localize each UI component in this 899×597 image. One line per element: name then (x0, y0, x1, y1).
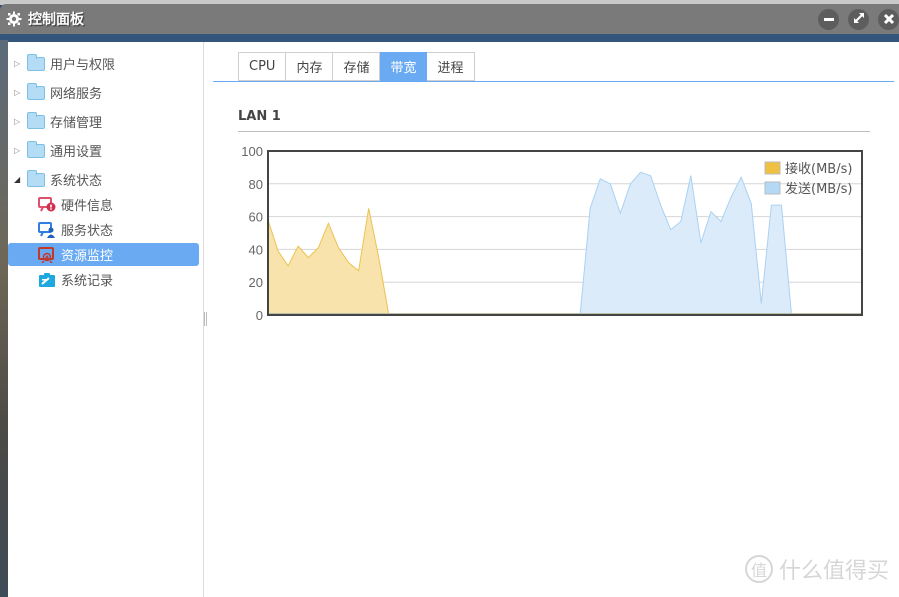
sidebar-item-hardware-info[interactable]: 硬件信息 (8, 193, 199, 216)
folder-icon (27, 140, 45, 158)
folder-icon (27, 111, 45, 129)
bandwidth-chart: 0 20 40 60 80 100 接收(MB/s) 发送(MB/s) (241, 144, 863, 323)
expand-arrow-icon[interactable]: ▷ (14, 88, 24, 97)
main-panel: CPU 内存 存储 带宽 进程 LAN 1 0 20 40 60 80 100 接收(MB/… (213, 42, 899, 597)
sidebar-folder-storage[interactable]: ▷ 存储管理 (8, 110, 199, 133)
window-title: 控制面板 (28, 12, 84, 28)
legend-label: 接收(MB/s) (785, 161, 852, 177)
watermark-logo-icon: 值 (744, 555, 773, 583)
expand-icon (852, 10, 866, 29)
y-tick-label: 0 (256, 308, 263, 323)
folder-icon (27, 53, 45, 71)
legend-label: 发送(MB/s) (785, 181, 852, 197)
y-tick-label: 80 (249, 177, 263, 192)
watermark: 值 什么值得买 (744, 553, 889, 585)
minimize-button[interactable] (818, 9, 839, 30)
service-status-icon (38, 221, 56, 238)
legend-swatch (764, 181, 781, 195)
sidebar-item-resource-monitor[interactable]: 资源监控 (8, 243, 199, 266)
sidebar-item-label: 硬件信息 (61, 199, 114, 214)
window-accent-bar (0, 34, 899, 42)
title-bar[interactable]: 控制面板 (0, 4, 899, 34)
y-tick-label: 40 (249, 242, 263, 257)
sidebar-item-label: 服务状态 (61, 224, 114, 239)
close-icon (883, 10, 895, 29)
sidebar-resize-handle[interactable] (204, 312, 207, 326)
minus-icon (823, 10, 835, 29)
y-tick-label: 20 (249, 275, 263, 290)
expand-arrow-icon[interactable]: ▷ (14, 146, 24, 155)
legend-swatch (764, 161, 781, 175)
sidebar-folder-label: 网络服务 (50, 87, 103, 102)
sidebar-folder-system-status[interactable]: ◢ 系统状态 (8, 168, 199, 191)
sidebar-folder-users[interactable]: ▷ 用户与权限 (8, 52, 199, 75)
close-button[interactable] (878, 9, 899, 30)
gear-icon (6, 11, 22, 27)
sidebar-folder-label: 存储管理 (50, 116, 103, 131)
sidebar-item-service-status[interactable]: 服务状态 (8, 218, 199, 241)
folder-icon (27, 169, 45, 187)
sidebar: ▷ 用户与权限 ▷ 网络服务 ▷ 存储管理 ▷ 通用设置 ◢ 系统状态 硬件信息… (8, 42, 204, 597)
sidebar-folder-network[interactable]: ▷ 网络服务 (8, 81, 199, 104)
system-log-icon (38, 272, 56, 288)
expand-arrow-icon[interactable]: ▷ (14, 117, 24, 126)
control-panel-window: 控制面板 ▷ 用户与权限 ▷ 网络服务 ▷ 存储管理 ▷ 通用设置 ◢ 系统状态… (0, 0, 899, 597)
sidebar-folder-label: 用户与权限 (50, 58, 116, 73)
sidebar-item-system-log[interactable]: 系统记录 (8, 268, 199, 291)
desktop-background (0, 40, 8, 597)
collapse-arrow-icon[interactable]: ◢ (14, 175, 24, 184)
sidebar-item-label: 系统记录 (61, 274, 114, 289)
watermark-text: 什么值得买 (778, 559, 889, 584)
folder-icon (27, 82, 45, 100)
sidebar-folder-label: 通用设置 (50, 145, 103, 160)
y-tick-label: 100 (241, 144, 263, 159)
maximize-button[interactable] (848, 9, 869, 30)
expand-arrow-icon[interactable]: ▷ (14, 59, 24, 68)
sidebar-folder-general[interactable]: ▷ 通用设置 (8, 139, 199, 162)
window-content: ▷ 用户与权限 ▷ 网络服务 ▷ 存储管理 ▷ 通用设置 ◢ 系统状态 硬件信息… (8, 42, 899, 597)
resource-monitor-icon (38, 246, 56, 264)
y-tick-label: 60 (249, 210, 263, 225)
hardware-info-icon (38, 196, 56, 213)
sidebar-item-label: 资源监控 (61, 249, 114, 264)
sidebar-folder-label: 系统状态 (50, 174, 103, 189)
